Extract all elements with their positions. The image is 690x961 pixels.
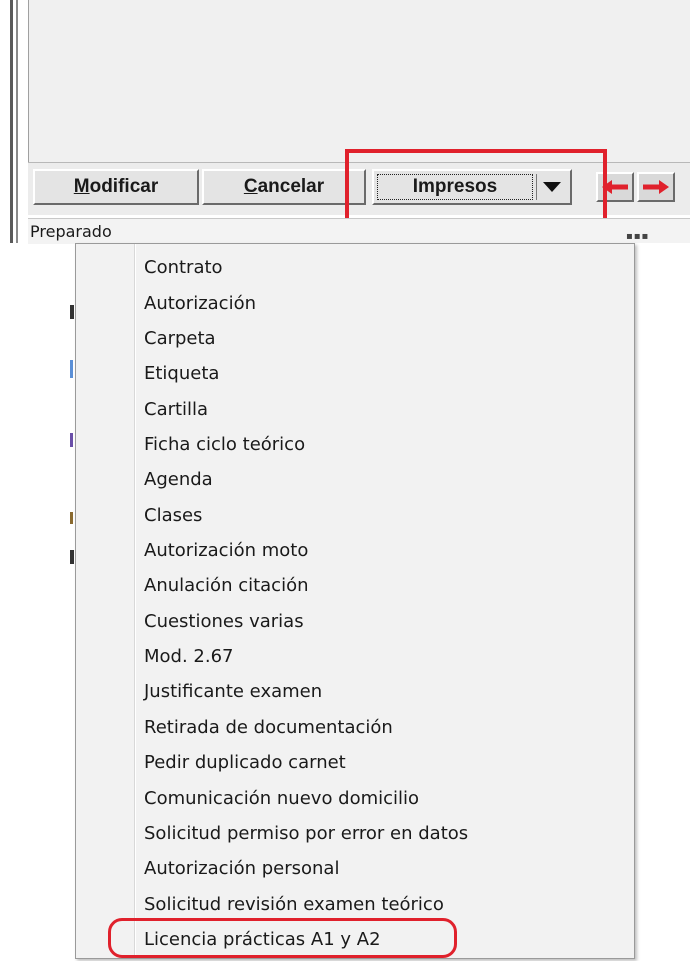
modificar-button[interactable]: Modificar [33, 169, 199, 205]
menu-item[interactable]: Cartilla [144, 392, 614, 426]
background-fragment [70, 512, 73, 524]
menu-item[interactable]: Retirada de documentación [144, 710, 614, 744]
menu-item[interactable]: Mod. 2.67 [144, 639, 614, 673]
menu-gutter-highlight [135, 244, 136, 958]
menu-item[interactable]: Contrato [144, 250, 614, 284]
highlight-oval-licencia [108, 918, 457, 958]
status-bar: Preparado ▪▪▪ [28, 218, 690, 244]
menu-item[interactable]: Pedir duplicado carnet [144, 745, 614, 779]
menu-item[interactable]: Cuestiones varias [144, 604, 614, 638]
modificar-label: odificar [89, 176, 159, 197]
background-fragment [70, 305, 74, 319]
cancelar-button[interactable]: Cancelar [202, 169, 366, 205]
border-line [10, 0, 13, 243]
next-button[interactable] [637, 172, 675, 202]
menu-item[interactable]: Comunicación nuevo domicilio [144, 781, 614, 815]
background-window-edge [635, 243, 690, 961]
window-left-border [0, 0, 28, 243]
background-fragment [70, 550, 74, 564]
cancelar-label: ancelar [257, 176, 325, 197]
background-fragment [70, 360, 73, 378]
menu-item[interactable]: Autorización personal [144, 851, 614, 885]
menu-item[interactable]: Agenda [144, 462, 614, 496]
highlight-box-impresos [345, 149, 607, 226]
resize-grip: ▪▪▪ [626, 231, 650, 242]
status-text: Preparado [30, 222, 112, 241]
background-fragment [70, 433, 73, 447]
menu-item[interactable]: Anulación citación [144, 568, 614, 602]
menu-item[interactable]: Etiqueta [144, 356, 614, 390]
menu-item[interactable]: Autorización moto [144, 533, 614, 567]
menu-item[interactable]: Solicitud revisión examen teórico [144, 887, 614, 921]
menu-item[interactable]: Justificante examen [144, 674, 614, 708]
menu-item[interactable]: Solicitud permiso por error en datos [144, 816, 614, 850]
form-content-area [28, 0, 690, 162]
menu-item[interactable]: Carpeta [144, 321, 614, 355]
border-line [16, 0, 18, 243]
menu-item[interactable]: Autorización [144, 286, 614, 320]
menu-item[interactable]: Ficha ciclo teórico [144, 427, 614, 461]
menu-item[interactable]: Clases [144, 498, 614, 532]
cancelar-accel: C [243, 176, 258, 197]
modificar-accel: M [73, 176, 90, 197]
arrow-right-icon [643, 180, 669, 194]
impresos-popup-menu: Contrato Autorización Carpeta Etiqueta Carti… [75, 243, 635, 959]
